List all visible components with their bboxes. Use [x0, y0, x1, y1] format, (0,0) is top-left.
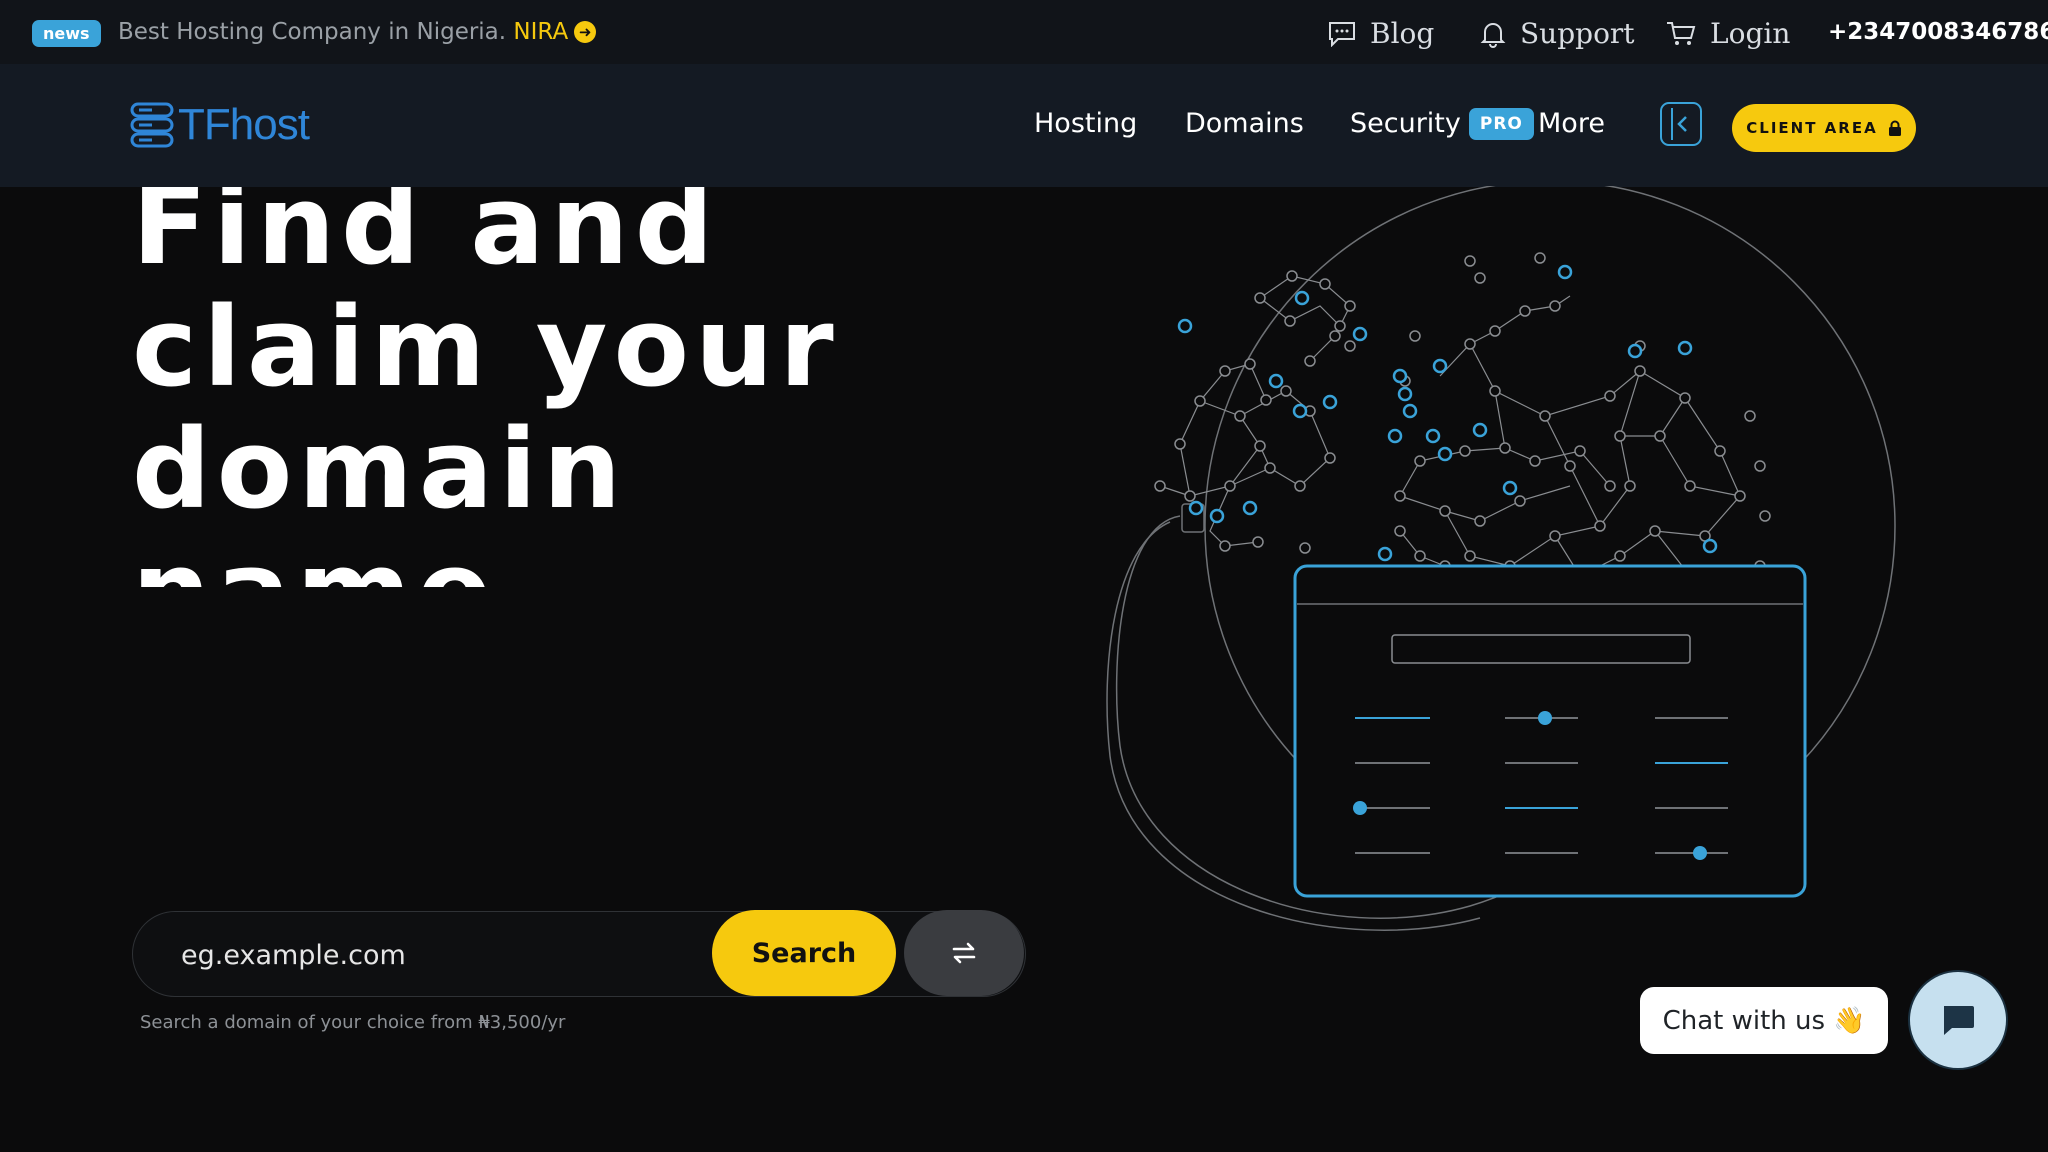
waving-hand-icon: 👋	[1833, 1005, 1866, 1036]
phone-number[interactable]: +23470083467864	[1828, 16, 2048, 48]
client-area-label: CLIENT AREA	[1746, 119, 1878, 137]
nav-security-label: Security	[1350, 108, 1461, 139]
client-area-button[interactable]: CLIENT AREA	[1732, 104, 1916, 152]
news-announcement: Best Hosting Company in Nigeria. NIRA ➜	[118, 17, 597, 47]
hero-line-2: claim your	[132, 283, 840, 411]
arrow-right-icon[interactable]: ➜	[574, 21, 597, 43]
hero-title: Find and claim your domain name	[132, 187, 1032, 587]
news-badge: news	[32, 20, 101, 47]
server-stack-icon	[130, 102, 174, 148]
chevron-left-icon	[1671, 108, 1687, 140]
lock-icon	[1888, 120, 1901, 136]
blog-link[interactable]: Blog	[1328, 14, 1434, 54]
nav-domains[interactable]: Domains	[1185, 104, 1304, 144]
support-link[interactable]: Support	[1480, 14, 1635, 54]
search-button[interactable]: Search	[712, 910, 896, 996]
hero-line-1: Find and	[132, 187, 720, 289]
support-label: Support	[1520, 17, 1635, 50]
login-link[interactable]: Login	[1666, 14, 1790, 54]
swap-arrows-icon	[952, 942, 976, 964]
search-hint: Search a domain of your choice from ₦3,5…	[140, 1012, 566, 1033]
domain-search-input[interactable]	[179, 932, 683, 978]
chat-with-us-button[interactable]: Chat with us 👋	[1640, 987, 1888, 1054]
bell-icon	[1480, 23, 1506, 48]
main-nav: TFhost Hosting Domains Security PRO More …	[0, 64, 2048, 187]
chat-bubble-icon	[1329, 22, 1355, 47]
nav-more[interactable]: More	[1538, 104, 1605, 144]
transfer-toggle-button[interactable]	[904, 910, 1024, 996]
hero-clip: Find and claim your domain name	[0, 187, 1100, 587]
hero-line-3: domain name	[132, 405, 628, 587]
news-text: Best Hosting Company in Nigeria.	[118, 19, 507, 45]
nav-hosting[interactable]: Hosting	[1034, 104, 1137, 144]
nav-security[interactable]: Security PRO	[1350, 104, 1534, 144]
top-bar: news Best Hosting Company in Nigeria. NI…	[0, 0, 2048, 64]
logo[interactable]: TFhost	[130, 100, 310, 150]
chat-label: Chat with us	[1662, 1005, 1826, 1036]
logo-text: TFhost	[178, 100, 310, 149]
blog-label: Blog	[1370, 17, 1435, 50]
cart-icon	[1667, 22, 1696, 45]
chat-launcher-button[interactable]	[1910, 972, 2006, 1068]
nira-link[interactable]: NIRA	[513, 19, 568, 45]
login-label: Login	[1710, 17, 1791, 50]
pro-badge: PRO	[1468, 108, 1534, 140]
globe-illustration	[1106, 186, 1896, 931]
sidebar-toggle-button[interactable]	[1660, 102, 1702, 146]
message-icon	[1944, 1006, 1974, 1035]
